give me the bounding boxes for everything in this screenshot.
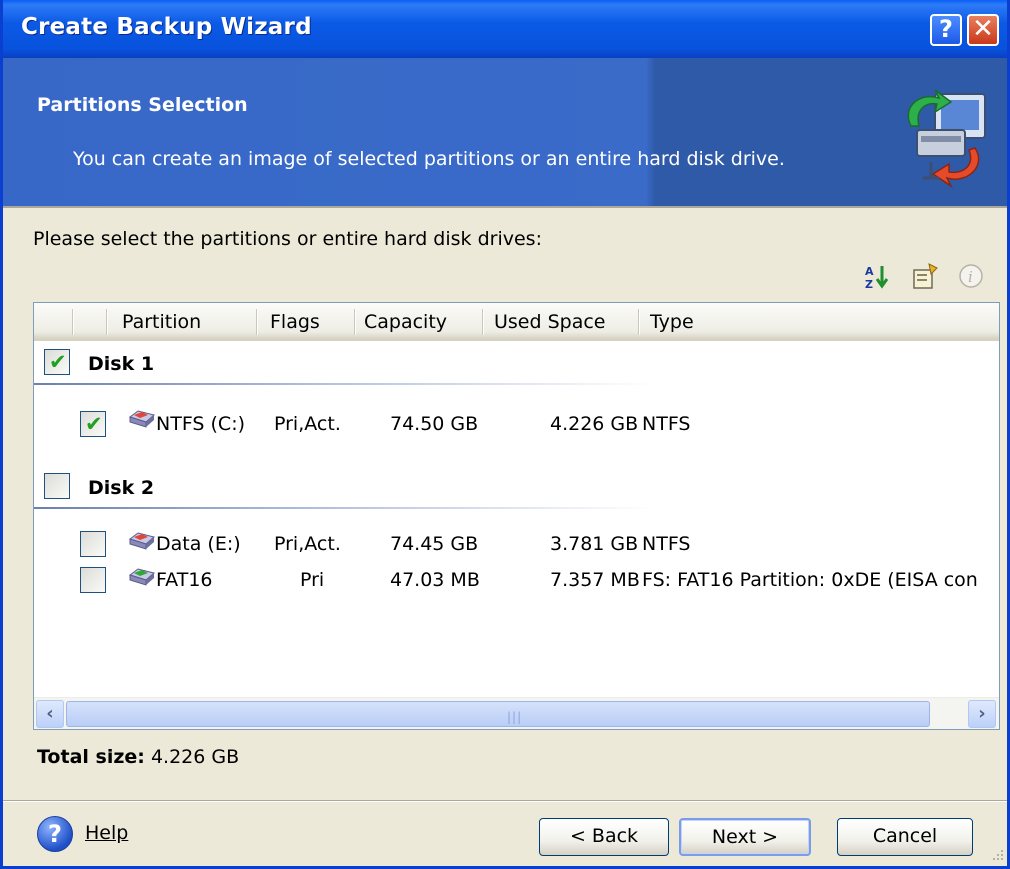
checkmark-icon: ✔	[85, 412, 103, 436]
disk-divider	[34, 507, 654, 509]
properties-icon[interactable]	[911, 262, 939, 290]
column-type[interactable]: Type	[650, 311, 694, 333]
header-separator	[638, 309, 639, 335]
checkmark-icon: ✔	[49, 350, 67, 374]
backup-logo-icon	[907, 89, 986, 189]
title-bar[interactable]: Create Backup Wizard ? ✕	[3, 0, 1007, 58]
partition-e-checkbox[interactable]	[80, 531, 106, 557]
header-separator	[256, 309, 257, 335]
partition-name: Data (E:)	[156, 533, 241, 555]
partition-type: FS: FAT16 Partition: 0xDE (EISA con	[642, 569, 978, 591]
title-help-button[interactable]: ?	[930, 14, 962, 46]
svg-text:i: i	[968, 268, 973, 286]
partition-type: NTFS	[642, 533, 691, 555]
column-flags[interactable]: Flags	[270, 311, 320, 333]
resize-grip-icon[interactable]	[989, 846, 1005, 862]
partition-used: 4.226 GB	[550, 413, 639, 435]
partition-icon	[128, 532, 156, 550]
header-banner: Partitions Selection You can create an i…	[3, 58, 1007, 206]
wizard-window: Create Backup Wizard ? ✕ Partitions Sele…	[0, 0, 1010, 869]
partition-fat16-checkbox[interactable]	[80, 567, 106, 593]
grip-icon: |||	[507, 710, 523, 724]
page-title: Partitions Selection	[37, 94, 248, 116]
next-button[interactable]: Next >	[679, 818, 811, 856]
info-icon[interactable]: i	[957, 262, 985, 290]
partition-c-checkbox[interactable]: ✔	[80, 411, 106, 437]
window-title: Create Backup Wizard	[21, 14, 312, 40]
disk-1-label: Disk 1	[88, 353, 155, 375]
footer-divider	[3, 800, 1007, 802]
total-size: Total size: 4.226 GB	[37, 746, 239, 768]
scroll-left-button[interactable]: ‹	[36, 700, 64, 728]
scroll-right-button[interactable]: ›	[968, 700, 996, 728]
disk-2-checkbox[interactable]	[44, 473, 70, 499]
total-size-value: 4.226 GB	[150, 746, 240, 768]
partition-capacity: 47.03 MB	[390, 569, 480, 591]
header-separator	[106, 309, 107, 335]
column-capacity[interactable]: Capacity	[364, 311, 447, 333]
partition-list[interactable]: Partition Flags Capacity Used Space Type…	[33, 302, 1000, 730]
partition-capacity: 74.45 GB	[390, 533, 479, 555]
banner-divider	[3, 206, 1007, 208]
close-button[interactable]: ✕	[967, 14, 999, 46]
partition-flags: Pri,Act.	[274, 413, 341, 435]
header-separator	[72, 309, 73, 335]
partition-flags: Pri,Act.	[274, 533, 341, 555]
sort-icon[interactable]: A Z	[863, 262, 891, 290]
help-icon[interactable]: ?	[37, 816, 73, 852]
partition-icon	[128, 410, 156, 428]
instructions-text: Please select the partitions or entire h…	[33, 228, 542, 250]
disk-1-checkbox[interactable]: ✔	[44, 349, 70, 375]
column-partition[interactable]: Partition	[122, 311, 201, 333]
svg-text:Z: Z	[865, 278, 873, 290]
partition-used: 7.357 MB	[550, 569, 640, 591]
header-separator	[354, 309, 355, 335]
partition-name: NTFS (C:)	[156, 413, 246, 435]
disk-divider	[34, 383, 654, 385]
help-link[interactable]: Help	[85, 822, 128, 844]
partition-used: 3.781 GB	[550, 533, 639, 555]
header-separator	[482, 309, 483, 335]
partition-type: NTFS	[642, 413, 691, 435]
cancel-button[interactable]: Cancel	[837, 818, 973, 856]
disk-2-label: Disk 2	[88, 477, 155, 499]
total-size-label: Total size:	[37, 746, 145, 768]
scrollbar-thumb[interactable]: |||	[66, 701, 930, 727]
partition-icon	[128, 568, 156, 586]
column-used-space[interactable]: Used Space	[494, 311, 606, 333]
partition-capacity: 74.50 GB	[390, 413, 479, 435]
back-button[interactable]: < Back	[539, 818, 669, 856]
page-description: You can create an image of selected part…	[73, 148, 785, 170]
partition-name: FAT16	[156, 569, 213, 591]
horizontal-scrollbar[interactable]: ‹ ||| ›	[34, 697, 999, 729]
list-header: Partition Flags Capacity Used Space Type	[34, 303, 999, 341]
partition-flags: Pri	[300, 569, 325, 591]
svg-text:A: A	[865, 265, 874, 278]
